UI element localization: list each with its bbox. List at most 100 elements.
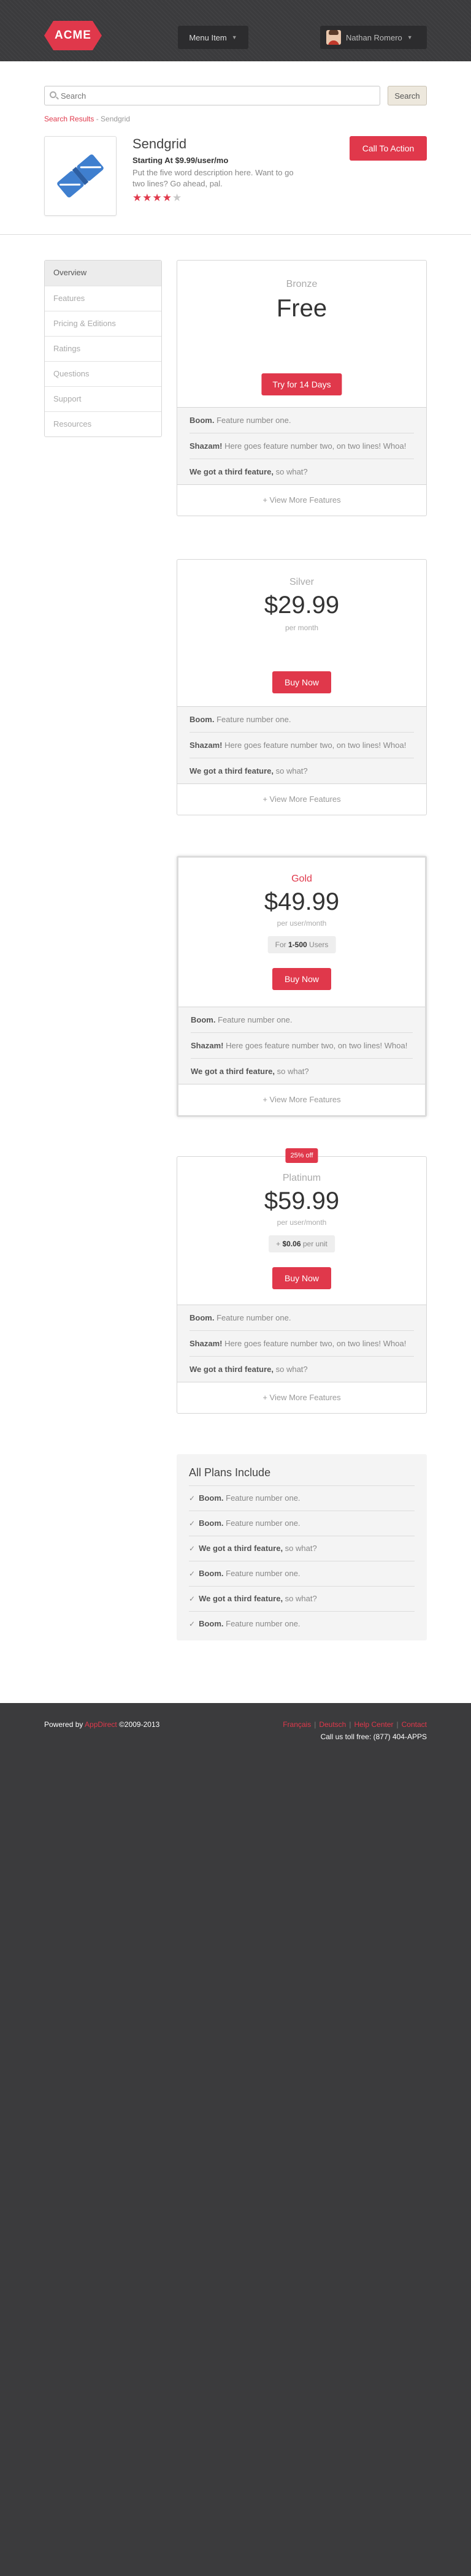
menu-item-dropdown[interactable]: Menu Item ▼: [178, 26, 248, 49]
buy-now-button[interactable]: Buy Now: [272, 1267, 331, 1289]
chevron-down-icon: ▼: [407, 34, 413, 40]
section-divider: [0, 234, 471, 235]
footer-links: Français | Deutsch | Help Center | Contact: [283, 1720, 427, 1729]
search-input[interactable]: [44, 86, 380, 105]
plan-price: $59.99: [264, 1187, 340, 1214]
feature-list: Boom. Feature number one. Shazam! Here g…: [178, 1007, 425, 1084]
product-logo: [44, 136, 117, 216]
feature-item: Boom. Feature number one.: [190, 715, 291, 724]
search-bar: Search: [44, 86, 427, 105]
search-button[interactable]: Search: [388, 86, 427, 105]
sidebar-item-questions[interactable]: Questions: [45, 361, 161, 386]
view-more-features-link[interactable]: + View More Features: [178, 1084, 425, 1115]
user-range-note: For 1-500 Users: [267, 936, 336, 953]
sidebar-item-resources[interactable]: Resources: [45, 411, 161, 436]
breadcrumb-current: Sendgrid: [101, 115, 131, 123]
check-icon: ✓: [189, 1569, 196, 1578]
included-feature-item: ✓ We got a third feature, so what?: [189, 1536, 415, 1561]
user-name: Nathan Romero: [346, 32, 402, 42]
footer-link-deutsch[interactable]: Deutsch: [319, 1720, 346, 1729]
view-more-features-link[interactable]: + View More Features: [177, 784, 426, 815]
feature-item: We got a third feature, so what?: [190, 1356, 414, 1382]
plan-name: Platinum: [282, 1173, 321, 1183]
star-icon: ★: [152, 192, 163, 204]
footer: Powered by AppDirect ©2009-2013 Français…: [0, 1703, 471, 2576]
per-unit-note: + $0.06 per unit: [269, 1235, 335, 1252]
star-icon: ★: [162, 192, 172, 204]
check-icon: ✓: [189, 1620, 196, 1628]
product-description: Put the five word description here. Want…: [132, 168, 294, 188]
included-feature-item: ✓ Boom. Feature number one.: [189, 1485, 415, 1511]
sidebar-item-pricing-editions[interactable]: Pricing & Editions: [45, 311, 161, 336]
call-to-action-button[interactable]: Call To Action: [350, 136, 427, 161]
all-plans-title: All Plans Include: [189, 1466, 271, 1479]
feature-item: Shazam! Here goes feature number two, on…: [190, 433, 414, 459]
plan-name: Silver: [289, 577, 314, 587]
included-feature-item: ✓ Boom. Feature number one.: [189, 1611, 415, 1636]
product-info: Sendgrid Starting At $9.99/user/mo Put t…: [132, 136, 298, 204]
feature-list: Boom. Feature number one. Shazam! Here g…: [177, 1305, 426, 1382]
chevron-down-icon: ▼: [231, 34, 237, 40]
sendgrid-logo-icon: [57, 154, 104, 198]
footer-link-francais[interactable]: Français: [283, 1720, 311, 1729]
included-feature-item: ✓ Boom. Feature number one.: [189, 1561, 415, 1586]
plan-header: Silver $29.99 per month Buy Now: [177, 560, 426, 707]
feature-item: Boom. Feature number one.: [190, 1313, 291, 1322]
breadcrumb-link-search-results[interactable]: Search Results: [44, 115, 94, 123]
plan-price: $29.99: [264, 592, 340, 619]
breadcrumb: Search Results - Sendgrid: [44, 115, 130, 123]
footer-powered-by: Powered by AppDirect ©2009-2013: [44, 1720, 160, 1729]
plan-period: per user/month: [277, 1218, 327, 1227]
check-icon: ✓: [189, 1595, 196, 1603]
included-feature-item: ✓ Boom. Feature number one.: [189, 1511, 415, 1536]
plan-card-silver: Silver $29.99 per month Buy Now Boom. Fe…: [177, 559, 427, 815]
feature-item: Shazam! Here goes feature number two, on…: [191, 1032, 413, 1058]
view-more-features-link[interactable]: + View More Features: [177, 1382, 426, 1413]
sidebar-nav: Overview Features Pricing & Editions Rat…: [44, 260, 162, 437]
check-icon: ✓: [189, 1544, 196, 1553]
product-price-line: Starting At $9.99/user/mo: [132, 156, 229, 165]
footer-link-help-center[interactable]: Help Center: [354, 1720, 393, 1729]
check-icon: ✓: [189, 1494, 196, 1503]
star-icon: ★: [142, 192, 153, 204]
feature-item: We got a third feature, so what?: [190, 459, 414, 484]
plan-period: per month: [285, 623, 319, 632]
plan-name: Bronze: [286, 279, 318, 289]
appdirect-link[interactable]: AppDirect: [85, 1720, 117, 1729]
acme-logo[interactable]: ACME: [44, 21, 102, 50]
feature-list: Boom. Feature number one. Shazam! Here g…: [177, 707, 426, 784]
all-plans-include: All Plans Include ✓ Boom. Feature number …: [177, 1454, 427, 1640]
view-more-features-link[interactable]: + View More Features: [177, 485, 426, 516]
feature-item: We got a third feature, so what?: [190, 758, 414, 783]
avatar: [326, 30, 341, 45]
star-rating: ★★★★★: [132, 192, 298, 204]
breadcrumb-separator: -: [94, 115, 101, 123]
search-icon: [50, 91, 56, 98]
plan-name: Gold: [291, 874, 312, 884]
buy-now-button[interactable]: Buy Now: [272, 671, 331, 693]
check-icon: ✓: [189, 1519, 196, 1528]
footer-link-contact[interactable]: Contact: [402, 1720, 427, 1729]
sidebar-item-support[interactable]: Support: [45, 386, 161, 411]
sidebar-item-overview[interactable]: Overview: [45, 261, 161, 286]
sidebar-item-features[interactable]: Features: [45, 286, 161, 311]
included-feature-item: ✓ We got a third feature, so what?: [189, 1586, 415, 1611]
menu-item-label: Menu Item: [189, 32, 227, 42]
feature-item: We got a third feature, so what?: [191, 1058, 413, 1084]
buy-now-button[interactable]: Buy Now: [272, 968, 331, 990]
feature-item: Shazam! Here goes feature number two, on…: [190, 732, 414, 758]
plan-header: Platinum $59.99 per user/month + $0.06 p…: [177, 1157, 426, 1305]
plan-header: Bronze Free Try for 14 Days: [177, 261, 426, 408]
try-free-button[interactable]: Try for 14 Days: [261, 373, 342, 395]
plan-period: per user/month: [277, 919, 327, 928]
plan-card-gold: Gold $49.99 per user/month For 1-500 Use…: [177, 856, 427, 1117]
sidebar-item-ratings[interactable]: Ratings: [45, 336, 161, 361]
product-name: Sendgrid: [132, 136, 187, 151]
plan-price: Free: [276, 295, 327, 322]
star-empty-icon: ★: [172, 192, 183, 204]
top-bar: ACME Menu Item ▼ Nathan Romero ▼: [0, 0, 471, 61]
user-menu[interactable]: Nathan Romero ▼: [320, 26, 427, 49]
plan-card-bronze: Bronze Free Try for 14 Days Boom. Featur…: [177, 260, 427, 516]
feature-item: Boom. Feature number one.: [191, 1015, 293, 1024]
feature-list: Boom. Feature number one. Shazam! Here g…: [177, 408, 426, 485]
